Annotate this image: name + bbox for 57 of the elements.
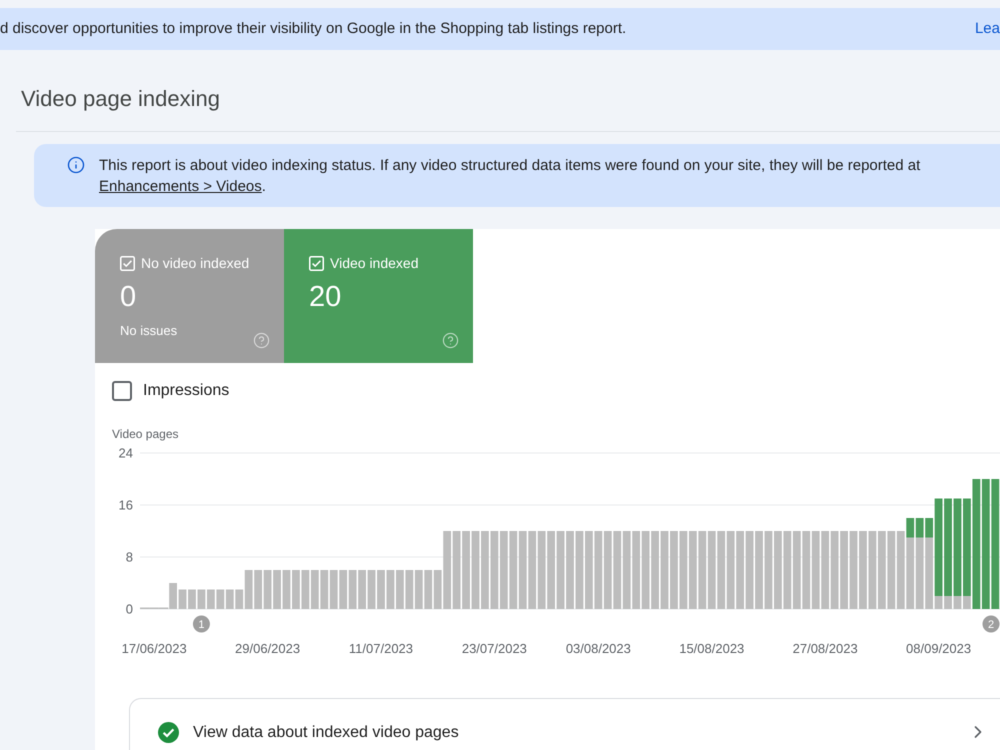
chart-bar	[178, 590, 186, 609]
chart-bar	[216, 590, 224, 609]
x-tick-label: 15/08/2023	[679, 641, 744, 656]
y-tick-label: 16	[118, 498, 133, 512]
chart-bar	[188, 590, 196, 609]
x-tick-label: 23/07/2023	[462, 641, 527, 656]
chart-bar	[330, 570, 338, 609]
checked-checkbox-icon[interactable]	[309, 256, 324, 270]
x-tick-label: 17/06/2023	[122, 641, 187, 656]
annotation-badge[interactable]: 1	[192, 616, 210, 632]
chart-bar	[273, 570, 281, 609]
enhancements-link[interactable]: Enhancements > Videos	[99, 178, 262, 195]
summary-card[interactable]: Video indexed 20	[284, 229, 473, 363]
summary-card[interactable]: No video indexed 0 No issues	[95, 229, 284, 363]
chart-bar	[348, 570, 357, 609]
chart-bar	[301, 570, 310, 609]
info-icon	[67, 156, 85, 174]
help-icon[interactable]	[442, 332, 459, 349]
y-tick-label: 8	[126, 550, 133, 564]
info-text: This report is about video indexing status. If any video structured data items were found on your site, they will be reported at Enhancements > Videos.	[99, 156, 920, 197]
chart-bar	[206, 590, 215, 609]
chart-bar	[254, 570, 262, 609]
x-tick-label: 08/09/2023	[906, 641, 972, 656]
x-tick-label: 29/06/2023	[235, 641, 300, 656]
banner-text: d discover opportunities to improve their visibility on Google in the Shopping tab listings report.	[0, 18, 626, 39]
chart-bar	[282, 570, 290, 609]
x-tick-label: 03/08/2023	[566, 641, 631, 656]
y-tick-label: 24	[118, 446, 133, 460]
annotation-badge[interactable]: 2	[982, 616, 1000, 632]
card-label: Video indexed	[330, 255, 418, 271]
indexed-pages-link-row[interactable]: View data about indexed video pages	[129, 698, 1000, 750]
chart-bar	[405, 570, 414, 609]
banner-link[interactable]: Lea	[974, 18, 1000, 40]
card-label: No video indexed	[141, 255, 250, 271]
checked-checkbox-icon[interactable]	[120, 256, 135, 270]
page-title: Video page indexing	[21, 87, 220, 111]
impressions-checkbox[interactable]	[112, 381, 132, 401]
chart-bar	[226, 590, 234, 609]
check-circle-icon	[158, 722, 179, 743]
chart-bar	[358, 570, 366, 609]
y-axis-label: Video pages	[112, 427, 179, 441]
chart-bar	[424, 570, 432, 609]
chart-bar	[320, 570, 328, 609]
card-note: No issues	[120, 323, 178, 338]
card-count: 20	[309, 281, 342, 313]
x-tick-label: 11/07/2023	[348, 641, 414, 656]
impressions-label: Impressions	[143, 382, 230, 400]
card-count: 0	[120, 281, 136, 313]
chart-bar	[396, 570, 404, 609]
y-tick-label: 0	[126, 602, 133, 616]
link-row-label: View data about indexed video pages	[193, 723, 459, 743]
chart-bar	[310, 570, 319, 609]
chart-bar	[414, 570, 423, 609]
help-icon[interactable]	[253, 332, 270, 349]
x-tick-label: 27/08/2023	[792, 641, 858, 656]
chart-bar	[377, 570, 385, 609]
chart-bar	[339, 570, 348, 609]
